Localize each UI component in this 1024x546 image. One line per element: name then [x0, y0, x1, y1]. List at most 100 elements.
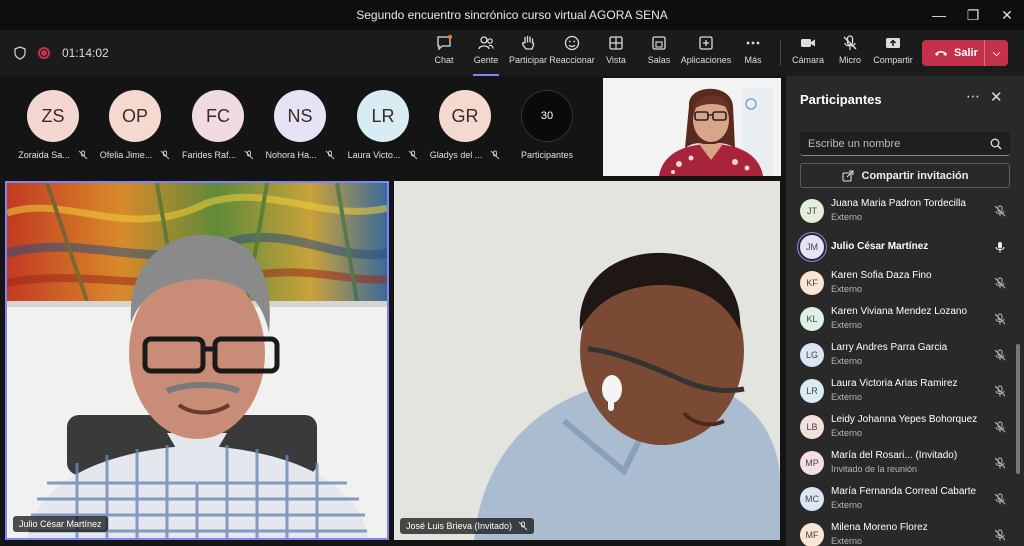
- window-title: Segundo encuentro sincrónico curso virtu…: [356, 8, 668, 22]
- search-icon: [990, 138, 1002, 149]
- mic-off-icon: [994, 493, 1006, 505]
- participants-label: Participantes: [520, 150, 574, 160]
- camera-icon: [801, 39, 815, 47]
- share-screen-button[interactable]: Compartir: [873, 34, 913, 72]
- avatar: MP: [800, 451, 824, 475]
- avatar-name: Gladys del ...: [429, 150, 483, 160]
- raise-hand-button[interactable]: Participar: [509, 34, 547, 72]
- mic-on-icon: [995, 242, 1005, 253]
- participant-row[interactable]: LR Laura Victoria Arias Ramirez Externo: [786, 374, 1014, 410]
- window-controls: — ❐ ✕: [922, 0, 1024, 30]
- gallery-avatar[interactable]: LR Laura Victo...: [344, 90, 422, 160]
- gallery-avatar[interactable]: NS Nohora Ha...: [261, 90, 339, 160]
- more-icon: [746, 41, 760, 45]
- video-name-tag: José Luis Brieva (Invitado): [400, 518, 535, 534]
- panel-title: Participantes: [800, 92, 882, 107]
- panel-close-button[interactable]: ✕: [990, 88, 1003, 106]
- chat-icon: [437, 34, 453, 51]
- shield-icon: [14, 46, 26, 60]
- meeting-status: 01:14:02: [14, 30, 109, 76]
- leave-main[interactable]: Salir: [922, 40, 984, 66]
- participant-search-input[interactable]: Escribe un nombre: [800, 132, 1010, 156]
- participant-row[interactable]: LB Leidy Johanna Yepes Bohorquez Externo: [786, 410, 1014, 446]
- gallery-avatar[interactable]: FC Farides Raf...: [179, 90, 257, 160]
- mic-off-icon: [78, 150, 88, 160]
- avatar: KL: [800, 307, 824, 331]
- rooms-button[interactable]: Salas: [648, 34, 670, 72]
- mic-off-icon: [994, 529, 1006, 541]
- participant-row[interactable]: KF Karen Sofia Daza Fino Externo: [786, 266, 1014, 302]
- meeting-stage: ZS Zoraida Sa... OP Ofelia Jime... FC Fa…: [0, 76, 786, 546]
- more-icon: ⋯: [966, 88, 980, 104]
- avatar-name: Nohora Ha...: [265, 150, 317, 160]
- share-invite-button[interactable]: Compartir invitación: [800, 163, 1010, 188]
- more-actions-button[interactable]: Más: [744, 34, 762, 72]
- avatar: ZS: [27, 90, 79, 142]
- mic-off-icon: [994, 277, 1006, 289]
- mic-off-icon: [994, 457, 1006, 469]
- avatar: MC: [800, 487, 824, 511]
- mic-off-icon: [244, 150, 254, 160]
- mic-off-icon: [518, 521, 528, 531]
- mic-off-icon: [994, 205, 1006, 217]
- avatar: LG: [800, 343, 824, 367]
- minimize-icon: —: [932, 7, 946, 23]
- participant-row[interactable]: MF Milena Moreno Florez Externo: [786, 518, 1014, 546]
- view-button[interactable]: Vista: [605, 34, 627, 72]
- avatar: LB: [800, 415, 824, 439]
- video-tile-speaker[interactable]: Julio César Martínez: [5, 181, 389, 540]
- participant-gallery: ZS Zoraida Sa... OP Ofelia Jime... FC Fa…: [0, 76, 600, 178]
- gallery-avatar[interactable]: ZS Zoraida Sa...: [14, 90, 92, 160]
- close-icon: ✕: [1001, 6, 1013, 23]
- participant-scrollbar[interactable]: [1015, 194, 1021, 546]
- gallery-avatar[interactable]: GR Gladys del ...: [426, 90, 504, 160]
- speaker-video: [7, 183, 387, 538]
- guest-video: [394, 181, 780, 540]
- chat-button[interactable]: Chat: [433, 34, 455, 72]
- avatar: JM: [800, 235, 824, 259]
- more-participants-button[interactable]: 30 Participantes: [508, 90, 586, 160]
- leave-button[interactable]: Salir ⌵: [922, 40, 1008, 66]
- apps-button[interactable]: Aplicaciones: [681, 34, 731, 72]
- minimize-button[interactable]: —: [922, 0, 956, 30]
- participant-row[interactable]: MC María Fernanda Correal Cabarte Extern…: [786, 482, 1014, 518]
- avatar: JT: [800, 199, 824, 223]
- people-button[interactable]: Gente: [471, 34, 501, 76]
- avatar-name: Ofelia Jime...: [99, 150, 153, 160]
- participant-row[interactable]: KL Karen Viviana Mendez Lozano Externo: [786, 302, 1014, 338]
- mic-off-icon: [843, 35, 857, 50]
- avatar: MF: [800, 523, 824, 546]
- video-tile-guest[interactable]: José Luis Brieva (Invitado): [394, 181, 780, 540]
- maximize-icon: ❐: [966, 6, 980, 23]
- avatar-name: Zoraida Sa...: [18, 150, 70, 160]
- leave-options-button[interactable]: ⌵: [984, 40, 1008, 66]
- mic-off-icon: [160, 150, 170, 160]
- participant-row[interactable]: MP María del Rosari... (Invitado) Invita…: [786, 446, 1014, 482]
- share-icon: [886, 38, 900, 48]
- participant-row[interactable]: JT Juana Maria Padron Tordecilla Externo: [786, 194, 1014, 230]
- smile-icon: [564, 35, 580, 51]
- mic-off-icon: [490, 150, 500, 160]
- raise-hand-icon: [521, 35, 535, 50]
- participant-row[interactable]: JM Julio César Martínez: [786, 230, 1014, 266]
- self-view-video: [603, 78, 781, 176]
- react-button[interactable]: Reaccionar: [549, 34, 595, 72]
- avatar: NS: [274, 90, 326, 142]
- toolbar-divider: [780, 40, 781, 66]
- avatar: LR: [800, 379, 824, 403]
- avatar: OP: [109, 90, 161, 142]
- gallery-avatar[interactable]: OP Ofelia Jime...: [96, 90, 174, 160]
- avatar: FC: [192, 90, 244, 142]
- camera-button[interactable]: Cámara: [792, 34, 824, 72]
- participant-row[interactable]: LG Larry Andres Parra Garcia Externo: [786, 338, 1014, 374]
- participant-list: JT Juana Maria Padron Tordecilla Externo…: [786, 194, 1014, 546]
- mic-off-icon: [994, 385, 1006, 397]
- scrollbar-thumb[interactable]: [1016, 344, 1020, 474]
- panel-more-button[interactable]: ⋯: [966, 88, 980, 105]
- add-apps-icon: [699, 36, 713, 50]
- self-view-image: [603, 78, 781, 176]
- mic-button[interactable]: Micro: [838, 34, 862, 72]
- close-window-button[interactable]: ✕: [990, 0, 1024, 30]
- maximize-button[interactable]: ❐: [956, 0, 990, 30]
- mic-off-icon: [994, 421, 1006, 433]
